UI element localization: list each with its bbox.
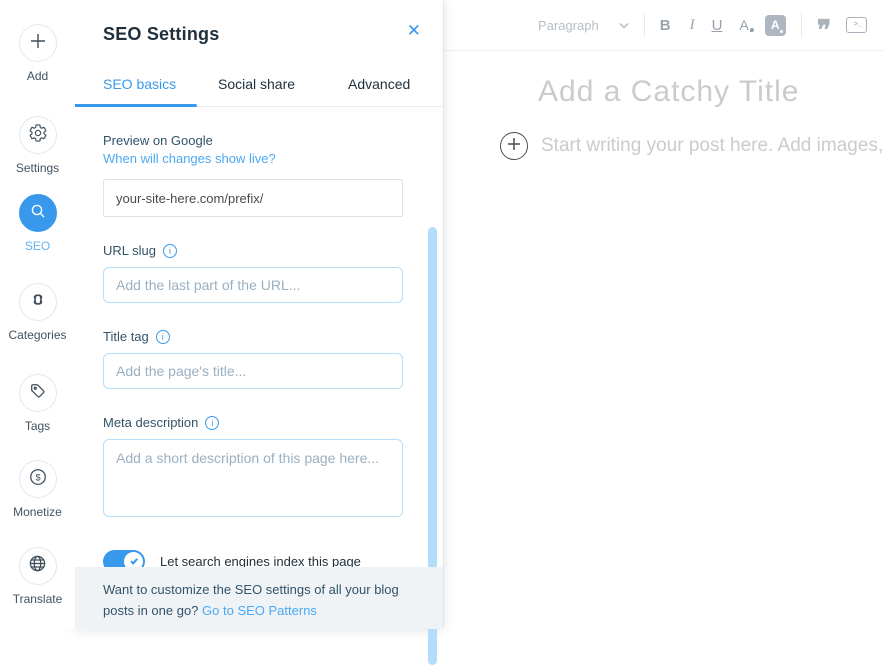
gear-icon bbox=[28, 123, 48, 148]
search-icon bbox=[29, 202, 47, 225]
sidebar-item-add[interactable]: Add bbox=[0, 24, 75, 83]
underline-button[interactable]: U bbox=[712, 18, 723, 33]
toolbar-divider bbox=[801, 13, 802, 37]
info-icon[interactable]: i bbox=[205, 416, 219, 430]
sidebar-item-settings[interactable]: Settings bbox=[0, 116, 75, 175]
meta-description-input[interactable] bbox=[103, 439, 403, 517]
globe-icon bbox=[28, 554, 47, 578]
sidebar-item-tags[interactable]: Tags bbox=[0, 374, 75, 433]
info-icon[interactable]: i bbox=[156, 330, 170, 344]
panel-body: Preview on Google When will changes show… bbox=[75, 107, 443, 567]
sidebar-item-monetize[interactable]: $ Monetize bbox=[0, 460, 75, 519]
monetize-button[interactable]: $ bbox=[19, 460, 57, 498]
google-preview-box[interactable]: your-site-here.com/prefix/ bbox=[103, 179, 403, 217]
panel-tabs: SEO basics Social share Advanced bbox=[75, 63, 443, 107]
title-tag-group: Title tag i bbox=[103, 329, 403, 389]
info-icon[interactable]: i bbox=[163, 244, 177, 258]
svg-text:$: $ bbox=[35, 472, 40, 482]
preview-on-google-label: Preview on Google bbox=[103, 133, 403, 148]
dollar-icon: $ bbox=[28, 467, 48, 492]
sidebar-item-seo[interactable]: SEO bbox=[0, 194, 75, 253]
tags-button[interactable] bbox=[19, 374, 57, 412]
panel-footer: Want to customize the SEO settings of al… bbox=[75, 567, 443, 629]
blockquote-button[interactable]: ❞ bbox=[817, 17, 830, 44]
sidebar-item-translate[interactable]: Translate bbox=[0, 547, 75, 606]
categories-button[interactable] bbox=[19, 283, 57, 321]
editor-toolbar: Paragraph B I U A A ❞ >_ bbox=[444, 0, 884, 51]
bold-button[interactable]: B bbox=[660, 18, 671, 33]
panel-title: SEO Settings bbox=[103, 24, 219, 44]
plus-icon bbox=[29, 32, 47, 55]
sidebar-item-label: Settings bbox=[16, 161, 59, 175]
sidebar-item-label: Tags bbox=[25, 419, 50, 433]
code-block-button[interactable]: >_ bbox=[846, 17, 867, 33]
sidebar-item-label: Translate bbox=[13, 592, 63, 606]
preview-url: your-site-here.com/prefix/ bbox=[116, 191, 263, 206]
title-tag-input[interactable] bbox=[103, 353, 403, 389]
text-color-button[interactable]: A bbox=[739, 18, 748, 32]
seo-patterns-link[interactable]: Go to SEO Patterns bbox=[202, 603, 317, 618]
sidebar-item-categories[interactable]: Categories bbox=[0, 283, 75, 342]
add-content-button[interactable] bbox=[500, 132, 528, 160]
highlight-color-button[interactable]: A bbox=[765, 15, 786, 36]
tag-icon bbox=[29, 382, 47, 405]
url-slug-input[interactable] bbox=[103, 267, 403, 303]
changes-show-live-link[interactable]: When will changes show live? bbox=[103, 151, 403, 166]
italic-button[interactable]: I bbox=[690, 18, 695, 33]
add-button[interactable] bbox=[19, 24, 57, 62]
url-slug-label: URL slug bbox=[103, 243, 156, 258]
post-title-placeholder[interactable]: Add a Catchy Title bbox=[538, 75, 884, 109]
post-editor: Paragraph B I U A A ❞ >_ Add a Catchy Ti… bbox=[443, 0, 884, 629]
sidebar-item-label: SEO bbox=[25, 239, 50, 253]
seo-settings-panel: SEO Settings ✕ SEO basics Social share A… bbox=[75, 0, 443, 629]
close-icon[interactable]: ✕ bbox=[407, 22, 421, 39]
translate-button[interactable] bbox=[19, 547, 57, 585]
panel-header: SEO Settings ✕ bbox=[75, 0, 443, 63]
side-icon-rail: Add Settings SEO Categories bbox=[0, 0, 75, 629]
paragraph-style-dropdown[interactable]: Paragraph bbox=[538, 18, 599, 33]
meta-description-label: Meta description bbox=[103, 415, 198, 430]
plus-icon bbox=[507, 137, 521, 156]
sidebar-item-label: Monetize bbox=[13, 505, 62, 519]
sidebar-item-label: Add bbox=[27, 69, 48, 83]
sidebar-item-label: Categories bbox=[8, 328, 66, 342]
chevron-down-icon[interactable] bbox=[619, 22, 629, 29]
tab-social-share[interactable]: Social share bbox=[218, 62, 295, 106]
post-body-row: Start writing your post here. Add images… bbox=[500, 132, 884, 160]
settings-button[interactable] bbox=[19, 116, 57, 154]
title-tag-label: Title tag bbox=[103, 329, 149, 344]
seo-button[interactable] bbox=[19, 194, 57, 232]
meta-description-group: Meta description i bbox=[103, 415, 403, 517]
tab-advanced[interactable]: Advanced bbox=[348, 62, 410, 106]
url-slug-group: URL slug i bbox=[103, 243, 403, 303]
cards-icon bbox=[28, 290, 48, 315]
tab-seo-basics[interactable]: SEO basics bbox=[75, 62, 197, 106]
post-body-placeholder[interactable]: Start writing your post here. Add images… bbox=[541, 135, 884, 157]
toolbar-divider bbox=[644, 13, 645, 37]
